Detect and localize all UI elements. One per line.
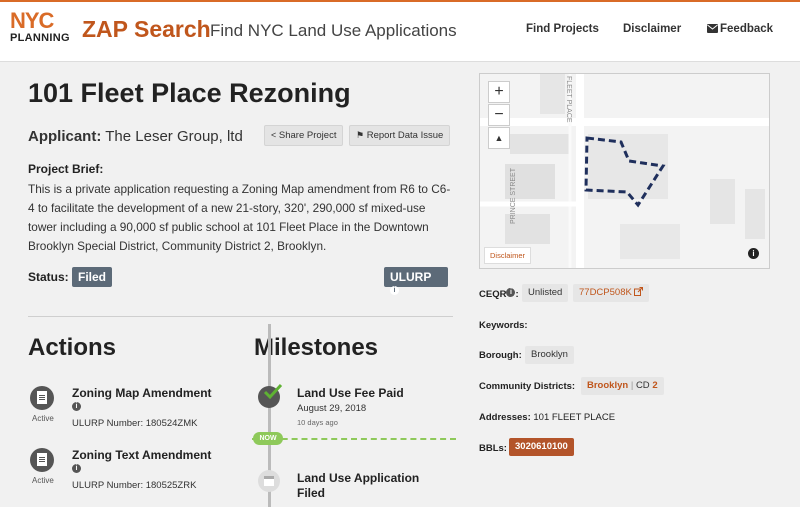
ceqr-number-link[interactable]: 77DCP508K — [573, 284, 650, 302]
action-title: Zoning Text Amendment — [72, 448, 212, 462]
action-title: Zoning Map Amendment — [72, 386, 212, 400]
app-tagline: Find NYC Land Use Applications — [210, 21, 457, 40]
app-brand[interactable]: ZAP Search — [82, 16, 211, 43]
nav-feedback-label: Feedback — [720, 23, 774, 35]
section-divider — [28, 316, 453, 317]
addresses-label: Addresses: — [479, 412, 531, 423]
applicant-label: Applicant: — [28, 128, 102, 145]
status-badge: Filed — [72, 267, 113, 287]
document-icon — [30, 448, 54, 472]
envelope-icon — [707, 24, 718, 33]
milestone-title: Land Use Fee Paid — [297, 386, 404, 400]
action-state: Active — [32, 414, 54, 423]
map-canvas — [480, 74, 769, 268]
action-item[interactable]: Active Zoning Text Amendment i ULURP Num… — [30, 448, 240, 507]
zoom-out-button[interactable]: − — [488, 104, 510, 126]
borough-label: Borough: — [479, 350, 522, 361]
project-brief-text: This is a private application requesting… — [28, 182, 451, 253]
info-icon: i — [390, 286, 399, 295]
project-map[interactable]: FLEET PLACE PRINCE STREET + − ▲ Disclaim… — [479, 73, 770, 269]
applicant-name: The Leser Group, ltd — [105, 128, 243, 145]
ulurp-badge[interactable]: ULURP i — [384, 267, 448, 295]
milestones-heading: Milestones — [254, 334, 379, 361]
bbl-chip[interactable]: 3020610100 — [509, 438, 574, 456]
ulurp-number: ULURP Number: 180525ZRK — [72, 480, 197, 491]
nav-feedback[interactable]: Feedback — [707, 23, 773, 35]
cd-borough: Brooklyn — [587, 380, 629, 391]
calendar-icon — [264, 476, 274, 486]
zoom-in-button[interactable]: + — [488, 81, 510, 103]
ceqr-label: CEQR i: — [479, 288, 519, 300]
ceqr-number: 77DCP508K — [579, 287, 632, 298]
info-icon[interactable]: i — [506, 288, 516, 297]
compass-icon: ▲ — [494, 133, 504, 143]
milestone-pending-marker — [258, 470, 280, 492]
map-disclaimer-button[interactable]: Disclaimer — [484, 247, 532, 264]
milestone-date: August 29, 2018 — [297, 403, 367, 414]
cd-text: CD — [635, 380, 650, 391]
info-icon[interactable]: i — [748, 248, 759, 259]
info-icon[interactable]: i — [72, 464, 81, 473]
logo-planning-text: PLANNING — [10, 32, 70, 44]
bbls-label: BBLs: — [479, 443, 507, 454]
ulurp-number: ULURP Number: 180524ZMK — [72, 418, 198, 429]
logo-nyc-text: NYC — [10, 8, 54, 33]
cd-number: 2 — [652, 380, 658, 391]
info-icon[interactable]: i — [72, 402, 81, 411]
milestone-title-continued: Filed — [297, 486, 326, 500]
nav-find-projects[interactable]: Find Projects — [526, 23, 599, 35]
ulurp-label: ULURP — [390, 270, 432, 284]
nav-disclaimer[interactable]: Disclaimer — [623, 23, 681, 35]
external-link-icon — [634, 287, 644, 296]
share-project-button[interactable]: < Share Project — [264, 125, 344, 146]
report-data-issue-label: Report Data Issue — [366, 130, 444, 141]
top-navigation-bar: NYC PLANNING ZAP Search Find NYC Land Us… — [0, 0, 800, 62]
keywords-label: Keywords: — [479, 320, 528, 331]
street-label-prince-street: PRINCE STREET — [510, 167, 517, 224]
cd-separator: | — [630, 380, 634, 391]
nyc-planning-logo[interactable]: NYC PLANNING — [10, 8, 72, 45]
action-state: Active — [32, 476, 54, 485]
share-icon: < — [271, 130, 277, 140]
page-title: 101 Fleet Place Rezoning — [28, 78, 351, 108]
community-district-chip[interactable]: Brooklyn | CD 2 — [581, 377, 664, 395]
document-icon — [30, 386, 54, 410]
street-label-fleet-place: FLEET PLACE — [565, 76, 572, 123]
share-project-label: Share Project — [278, 130, 337, 141]
ceqr-status-chip: Unlisted — [522, 284, 569, 302]
project-brief-label: Project Brief: — [28, 162, 104, 176]
ceqr-label-text: CEQR — [479, 289, 507, 300]
flag-icon: ⚑ — [356, 130, 365, 140]
community-districts-label: Community Districts: — [479, 381, 576, 392]
addresses-line: Addresses: 101 FLEET PLACE — [479, 412, 615, 423]
report-data-issue-button[interactable]: ⚑ Report Data Issue — [349, 125, 451, 146]
status-label: Status: — [28, 270, 69, 284]
milestone-complete-marker — [258, 383, 283, 408]
milestone-relative-time: 10 days ago — [297, 418, 338, 427]
action-item[interactable]: Active Zoning Map Amendment i ULURP Numb… — [30, 386, 240, 446]
milestone-title: Land Use Application — [297, 471, 420, 485]
check-icon — [263, 383, 283, 400]
actions-heading: Actions — [28, 334, 117, 361]
now-badge: NOW — [253, 432, 283, 445]
applicant-line: Applicant: The Leser Group, ltd — [28, 128, 243, 145]
borough-chip: Brooklyn — [525, 346, 574, 364]
compass-button[interactable]: ▲ — [488, 127, 510, 149]
address-value: 101 FLEET PLACE — [533, 412, 616, 423]
